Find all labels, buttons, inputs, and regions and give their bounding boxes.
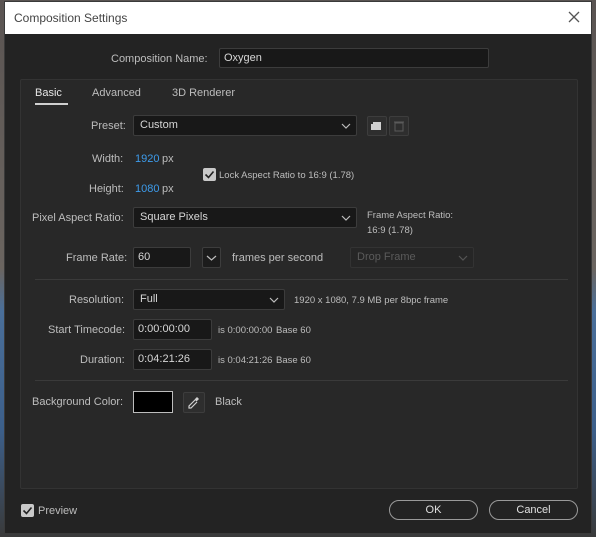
chevron-down-icon [269, 295, 279, 303]
checkmark-icon [22, 506, 33, 515]
checkmark-icon [204, 170, 215, 179]
height-label: Height: [89, 183, 124, 195]
resolution-value: Full [140, 293, 158, 305]
resolution-label: Resolution: [69, 294, 125, 306]
resolution-info: 1920 x 1080, 7.9 MB per 8bpc frame [294, 295, 449, 306]
frame-aspect-value: 16:9 (1.78) [367, 225, 413, 236]
active-tab-indicator [35, 103, 68, 105]
duration-label: Duration: [80, 354, 125, 366]
cancel-button[interactable]: Cancel [489, 500, 578, 520]
pixel-aspect-dropdown[interactable]: Square Pixels [133, 207, 357, 228]
height-value[interactable]: 1080 [135, 183, 159, 195]
frame-rate-input[interactable]: 60 [133, 247, 191, 268]
start-timecode-input[interactable]: 0:00:00:00 [133, 319, 212, 340]
height-unit: px [162, 183, 174, 195]
tab-3d-renderer[interactable]: 3D Renderer [172, 87, 235, 99]
close-icon[interactable] [565, 8, 583, 26]
chevron-down-icon [206, 255, 217, 261]
preset-value: Custom [140, 119, 178, 131]
title-bar: Composition Settings [5, 2, 591, 34]
width-value[interactable]: 1920 [135, 153, 159, 165]
lock-aspect-label: Lock Aspect Ratio to 16:9 (1.78) [219, 170, 355, 181]
preview-label: Preview [38, 505, 78, 517]
frame-rate-unit: frames per second [232, 252, 324, 264]
background-color-swatch[interactable] [133, 391, 173, 413]
chevron-down-icon [341, 213, 351, 221]
frame-aspect-label: Frame Aspect Ratio: [367, 210, 454, 221]
lock-aspect-checkbox[interactable] [203, 168, 216, 181]
tab-advanced[interactable]: Advanced [92, 87, 141, 99]
frame-rate-label: Frame Rate: [66, 252, 128, 264]
tab-basic[interactable]: Basic [35, 87, 62, 99]
pixel-aspect-label: Pixel Aspect Ratio: [32, 212, 124, 224]
divider [35, 279, 568, 280]
composition-settings-dialog: Composition Settings Composition Name: O… [4, 1, 592, 534]
duration-base: Base 60 [276, 355, 311, 366]
duration-input[interactable]: 0:04:21:26 [133, 349, 212, 370]
width-label: Width: [92, 153, 124, 165]
start-timecode-label: Start Timecode: [48, 324, 126, 336]
chevron-down-icon [341, 121, 351, 129]
frame-rate-dropdown-button[interactable] [202, 247, 221, 268]
chevron-down-icon [458, 253, 468, 261]
divider [35, 380, 568, 381]
duration-is: is 0:04:21:26 [218, 355, 273, 366]
background-color-label: Background Color: [32, 396, 124, 408]
trash-icon [394, 121, 404, 132]
composition-name-input[interactable]: Oxygen [219, 48, 489, 68]
start-timecode-base: Base 60 [276, 325, 311, 336]
width-unit: px [162, 153, 174, 165]
save-preset-button[interactable] [367, 116, 387, 136]
ok-button[interactable]: OK [389, 500, 478, 520]
composition-name-label: Composition Name: [111, 53, 208, 65]
drop-frame-dropdown: Drop Frame [350, 247, 474, 268]
eyedropper-button[interactable] [183, 392, 205, 413]
resolution-dropdown[interactable]: Full [133, 289, 285, 310]
preview-checkbox[interactable] [21, 504, 34, 517]
save-preset-icon [371, 122, 381, 130]
settings-panel [20, 79, 578, 489]
background-color-name: Black [215, 396, 242, 408]
start-timecode-is: is 0:00:00:00 [218, 325, 273, 336]
preset-label: Preset: [91, 120, 126, 132]
window-title: Composition Settings [14, 11, 128, 25]
preset-dropdown[interactable]: Custom [133, 115, 357, 136]
drop-frame-value: Drop Frame [357, 251, 416, 263]
pixel-aspect-value: Square Pixels [140, 211, 208, 223]
eyedropper-icon [188, 397, 199, 409]
delete-preset-button[interactable] [389, 116, 409, 136]
